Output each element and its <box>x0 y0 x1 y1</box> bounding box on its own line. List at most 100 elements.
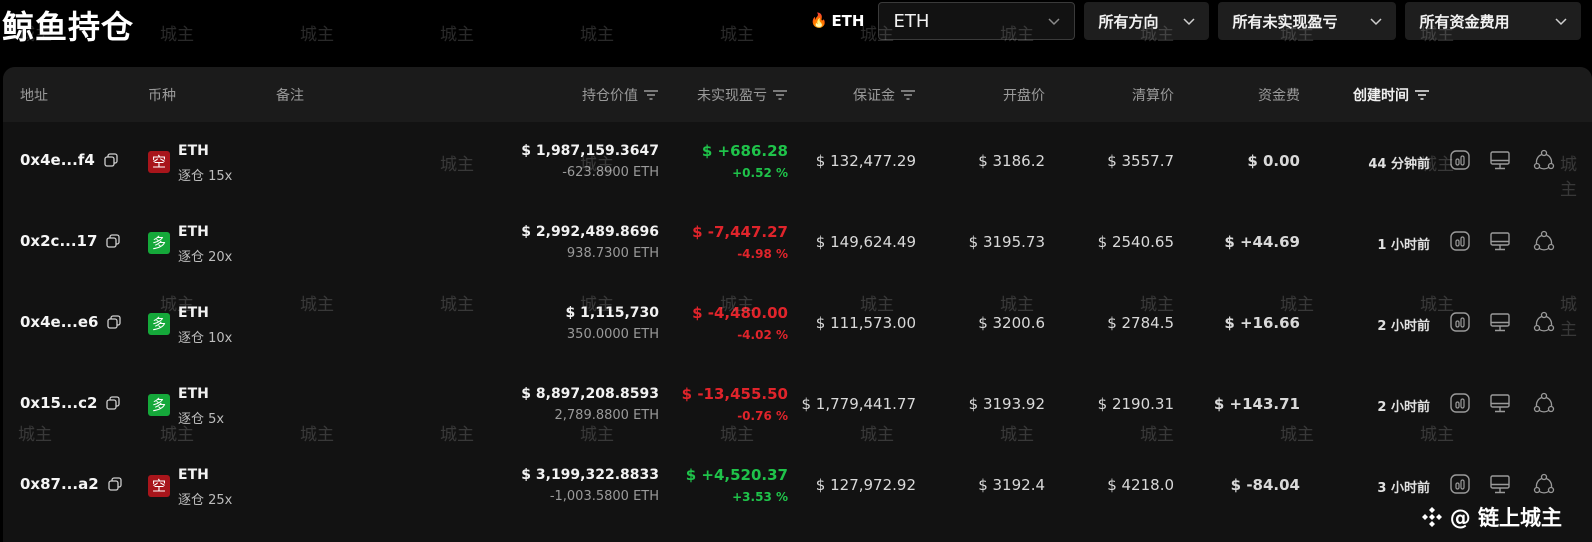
share-icon[interactable] <box>1533 311 1555 333</box>
header-created-label: 创建时间 <box>1353 88 1409 104</box>
monitor-icon[interactable] <box>1489 311 1511 333</box>
funding-fee: $ -84.04 <box>1230 476 1300 494</box>
position-qty: -623.8900 ETH <box>562 165 659 180</box>
address-cell[interactable]: 0x4e...e6 <box>20 313 122 331</box>
hot-asset-tag[interactable]: 🔥 ETH <box>810 12 864 30</box>
pnl-percent: -4.02 % <box>737 328 788 342</box>
watermark-text: 城主 <box>580 25 614 45</box>
address-cell[interactable]: 0x87...a2 <box>20 475 123 493</box>
chart-icon[interactable] <box>1449 149 1471 171</box>
copy-icon[interactable] <box>106 314 122 330</box>
position-qty: 350.0000 ETH <box>566 327 659 342</box>
funding-select[interactable]: 所有资金费用 <box>1405 2 1582 40</box>
header-address: 地址 <box>20 88 48 104</box>
header-coin: 币种 <box>148 88 176 104</box>
chevron-down-icon <box>1553 13 1569 29</box>
coin-name: ETH <box>178 305 209 321</box>
chart-icon[interactable] <box>1449 230 1471 252</box>
share-icon[interactable] <box>1533 149 1555 171</box>
header-created[interactable]: 创建时间 <box>1353 85 1430 105</box>
pnl-value: $ +686.28 <box>701 142 788 160</box>
pnl-select-value: 所有未实现盈亏 <box>1232 12 1338 31</box>
funding-select-value: 所有资金费用 <box>1419 12 1510 31</box>
table-row[interactable]: 0x4e...f4 空 ETH 逐仓 15x $ 1,987,159.3647 -623.… <box>3 121 1592 202</box>
open-price: $ 3192.4 <box>978 476 1045 494</box>
pnl-value: $ -7,447.27 <box>692 223 788 241</box>
funding-fee: $ +16.66 <box>1224 314 1300 332</box>
margin-value: $ 149,624.49 <box>815 233 916 251</box>
chevron-down-icon <box>1046 13 1062 29</box>
whale-positions-page: 鲸鱼持仓 🔥 ETH ETH 所有方向 所有未实现盈亏 所有资金费用 地址 币种… <box>0 0 1592 542</box>
table-row[interactable]: 0x87...a2 空 ETH 逐仓 25x $ 3,199,322.8833 -1,00… <box>3 445 1592 526</box>
liquidation-price: $ 4218.0 <box>1107 476 1174 494</box>
table-row[interactable]: 0x15...c2 多 ETH 逐仓 5x $ 8,897,208.8593 2,789.… <box>3 364 1592 445</box>
position-value: $ 3,199,322.8833 <box>521 467 659 483</box>
pnl-percent: +0.52 % <box>732 166 788 180</box>
copy-icon[interactable] <box>107 476 123 492</box>
header-open: 开盘价 <box>1003 88 1045 104</box>
side-badge: 空 <box>148 151 170 173</box>
address-text: 0x4e...f4 <box>20 151 95 169</box>
liquidation-price: $ 2784.5 <box>1107 314 1174 332</box>
brand-logo-icon <box>1420 505 1444 529</box>
copy-icon[interactable] <box>105 395 121 411</box>
open-price: $ 3186.2 <box>978 152 1045 170</box>
sort-icon <box>1414 89 1430 101</box>
sort-icon <box>643 89 659 101</box>
copy-icon[interactable] <box>103 152 119 168</box>
direction-select-value: 所有方向 <box>1098 12 1159 31</box>
brand-text: @ 链上城主 <box>1449 506 1562 530</box>
side-badge: 空 <box>148 475 170 497</box>
watermark-text: 城主 <box>300 25 334 45</box>
monitor-icon[interactable] <box>1489 149 1511 171</box>
header-margin-label: 保证金 <box>853 88 895 104</box>
table-header: 地址 币种 备注 持仓价值 未实现盈亏 保证金 开盘价 清算价 资金费 创建时间 <box>3 67 1592 122</box>
address-cell[interactable]: 0x4e...f4 <box>20 151 119 169</box>
pnl-value: $ -4,480.00 <box>692 304 788 322</box>
funding-fee: $ 0.00 <box>1247 152 1300 170</box>
leverage-text: 逐仓 15x <box>178 169 233 184</box>
liquidation-price: $ 3557.7 <box>1107 152 1174 170</box>
monitor-icon[interactable] <box>1489 473 1511 495</box>
header-pnl-label: 未实现盈亏 <box>697 88 767 104</box>
chevron-down-icon <box>1181 13 1197 29</box>
brand-credit: @ 链上城主 <box>1420 502 1562 532</box>
sort-icon <box>772 89 788 101</box>
share-icon[interactable] <box>1533 392 1555 414</box>
funding-fee: $ +143.71 <box>1213 395 1300 413</box>
side-badge: 多 <box>148 232 170 254</box>
table-row[interactable]: 0x4e...e6 多 ETH 逐仓 10x $ 1,115,730 350.0000 E… <box>3 283 1592 364</box>
position-qty: 2,789.8800 ETH <box>554 408 660 423</box>
share-icon[interactable] <box>1533 230 1555 252</box>
position-value: $ 2,992,489.8696 <box>521 224 659 240</box>
chevron-down-icon <box>1368 13 1384 29</box>
monitor-icon[interactable] <box>1489 230 1511 252</box>
header-funding: 资金费 <box>1258 88 1300 104</box>
watermark-text: 城主 <box>440 25 474 45</box>
address-text: 0x2c...17 <box>20 232 98 250</box>
chart-icon[interactable] <box>1449 392 1471 414</box>
coin-select[interactable]: ETH <box>878 2 1076 40</box>
chart-icon[interactable] <box>1449 311 1471 333</box>
open-price: $ 3193.92 <box>968 395 1045 413</box>
margin-value: $ 111,573.00 <box>815 314 916 332</box>
header-margin[interactable]: 保证金 <box>853 85 916 105</box>
position-value: $ 8,897,208.8593 <box>521 386 659 402</box>
chart-icon[interactable] <box>1449 473 1471 495</box>
header-pnl[interactable]: 未实现盈亏 <box>697 85 788 105</box>
header-value[interactable]: 持仓价值 <box>582 85 659 105</box>
header-liq: 清算价 <box>1132 88 1174 104</box>
table-row[interactable]: 0x2c...17 多 ETH 逐仓 20x $ 2,992,489.8696 938.7… <box>3 202 1592 283</box>
copy-icon[interactable] <box>105 233 121 249</box>
address-cell[interactable]: 0x15...c2 <box>20 394 121 412</box>
pnl-select[interactable]: 所有未实现盈亏 <box>1218 2 1397 40</box>
address-cell[interactable]: 0x2c...17 <box>20 232 121 250</box>
page-title: 鲸鱼持仓 <box>2 8 135 46</box>
coin-select-value: ETH <box>893 10 930 32</box>
monitor-icon[interactable] <box>1489 392 1511 414</box>
coin-name: ETH <box>178 143 209 159</box>
pnl-value: $ -13,455.50 <box>681 385 788 403</box>
share-icon[interactable] <box>1533 473 1555 495</box>
direction-select[interactable]: 所有方向 <box>1084 2 1210 40</box>
coin-name: ETH <box>178 386 209 402</box>
